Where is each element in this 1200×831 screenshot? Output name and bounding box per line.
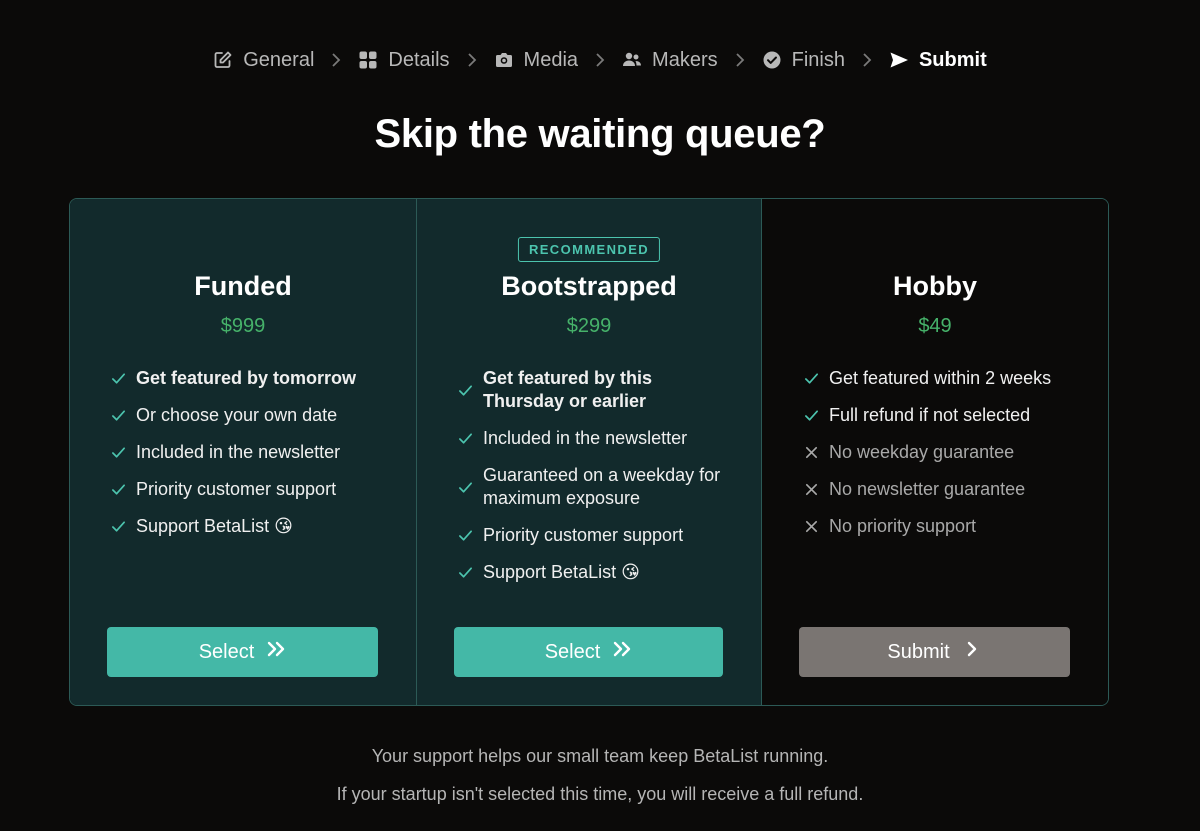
feature-text: Get featured by tomorrow — [136, 368, 357, 388]
chevron-right-icon — [314, 53, 358, 67]
chevron-right-icon — [962, 640, 982, 664]
feature-item: No priority support — [803, 515, 1088, 538]
feature-text: Guaranteed on a weekday for maximum expo… — [483, 465, 721, 508]
step-media[interactable]: Media — [494, 44, 578, 76]
page-title: Skip the waiting queue? — [374, 112, 826, 156]
check-icon — [457, 431, 473, 446]
check-icon — [110, 445, 126, 460]
check-icon — [110, 482, 126, 497]
submit-hobby-button[interactable]: Submit — [799, 627, 1070, 677]
send-icon — [889, 50, 909, 70]
plan-bootstrapped: RECOMMENDED Bootstrapped $299 Get featur… — [417, 199, 762, 705]
plan-price: $299 — [566, 315, 612, 337]
edit-icon — [213, 50, 233, 70]
feature-text: Full refund if not selected — [829, 405, 1031, 425]
feature-item: Get featured by this Thursday or earlier — [457, 367, 721, 413]
check-icon — [110, 519, 126, 534]
feature-item: Or choose your own date — [110, 404, 396, 427]
check-icon — [803, 408, 819, 423]
plan-name: Funded — [194, 271, 292, 301]
feature-text: Included in the newsletter — [136, 442, 341, 462]
submit-page: General Details Media Makers Finish Subm… — [0, 0, 1200, 831]
step-details[interactable]: Details — [358, 44, 450, 76]
users-icon — [622, 50, 642, 70]
feature-text: Support BetaList 😘 — [136, 516, 293, 536]
step-label: Details — [388, 48, 450, 71]
grid-icon — [358, 50, 378, 70]
chevron-right-icon — [718, 53, 762, 67]
step-label: General — [243, 48, 315, 71]
feature-text: Included in the newsletter — [483, 428, 688, 448]
x-icon — [803, 519, 819, 534]
x-icon — [803, 445, 819, 460]
chevron-right-icon — [450, 53, 494, 67]
step-label: Submit — [918, 48, 987, 71]
step-label: Media — [523, 48, 579, 71]
feature-text: No newsletter guarantee — [829, 479, 1026, 499]
feature-text: Or choose your own date — [136, 405, 338, 425]
feature-item: Included in the newsletter — [110, 441, 396, 464]
feature-item: Full refund if not selected — [803, 404, 1088, 427]
step-general[interactable]: General — [213, 44, 314, 76]
feature-item: Get featured within 2 weeks — [803, 367, 1088, 390]
step-label: Finish — [791, 48, 845, 71]
feature-item: Support BetaList 😘 — [457, 561, 721, 584]
step-nav: General Details Media Makers Finish Subm… — [0, 44, 1200, 76]
feature-list: Get featured by this Thursday or earlier… — [457, 367, 721, 598]
double-chevron-right-icon — [266, 640, 286, 664]
feature-item: Priority customer support — [110, 478, 396, 501]
feature-text: No priority support — [829, 516, 977, 536]
feature-item: No newsletter guarantee — [803, 478, 1088, 501]
feature-text: Get featured by this Thursday or earlier — [483, 368, 653, 411]
camera-icon — [494, 50, 514, 70]
check-icon — [110, 371, 126, 386]
check-icon — [110, 408, 126, 423]
feature-item: No weekday guarantee — [803, 441, 1088, 464]
plan-price: $49 — [918, 315, 952, 337]
refund-note: If your startup isn't selected this time… — [336, 784, 864, 804]
check-icon — [803, 371, 819, 386]
feature-item: Get featured by tomorrow — [110, 367, 396, 390]
plan-name: Bootstrapped — [501, 271, 677, 301]
feature-item: Guaranteed on a weekday for maximum expo… — [457, 464, 721, 510]
chevron-right-icon — [578, 53, 622, 67]
check-icon — [457, 383, 473, 398]
step-finish[interactable]: Finish — [762, 44, 845, 76]
plan-name: Hobby — [893, 271, 977, 301]
feature-item: Support BetaList 😘 — [110, 515, 396, 538]
recommended-badge: RECOMMENDED — [517, 237, 661, 262]
check-icon — [457, 565, 473, 580]
feature-text: Get featured within 2 weeks — [829, 368, 1052, 388]
feature-text: Priority customer support — [136, 479, 337, 499]
button-label: Select — [198, 640, 255, 663]
feature-list: Get featured within 2 weeks Full refund … — [803, 367, 1088, 552]
feature-text: Support BetaList 😘 — [483, 562, 640, 582]
double-chevron-right-icon — [612, 640, 632, 664]
button-label: Submit — [887, 640, 950, 663]
pricing-plans: Funded $999 Get featured by tomorrow Or … — [69, 198, 1109, 706]
feature-list: Get featured by tomorrow Or choose your … — [110, 367, 396, 552]
feature-item: Priority customer support — [457, 524, 721, 547]
feature-text: No weekday guarantee — [829, 442, 1015, 462]
feature-item: Included in the newsletter — [457, 427, 721, 450]
support-note: Your support helps our small team keep B… — [371, 746, 829, 766]
check-icon — [457, 528, 473, 543]
check-circle-icon — [762, 50, 782, 70]
plan-price: $999 — [220, 315, 266, 337]
x-icon — [803, 482, 819, 497]
plan-hobby: Hobby $49 Get featured within 2 weeks Fu… — [762, 199, 1108, 705]
chevron-right-icon — [845, 53, 889, 67]
step-submit[interactable]: Submit — [889, 44, 987, 76]
plan-funded: Funded $999 Get featured by tomorrow Or … — [70, 199, 417, 705]
select-bootstrapped-button[interactable]: Select — [454, 627, 723, 677]
select-funded-button[interactable]: Select — [107, 627, 378, 677]
button-label: Select — [544, 640, 601, 663]
step-makers[interactable]: Makers — [622, 44, 718, 76]
step-label: Makers — [652, 48, 718, 71]
check-icon — [457, 480, 473, 495]
feature-text: Priority customer support — [483, 525, 684, 545]
